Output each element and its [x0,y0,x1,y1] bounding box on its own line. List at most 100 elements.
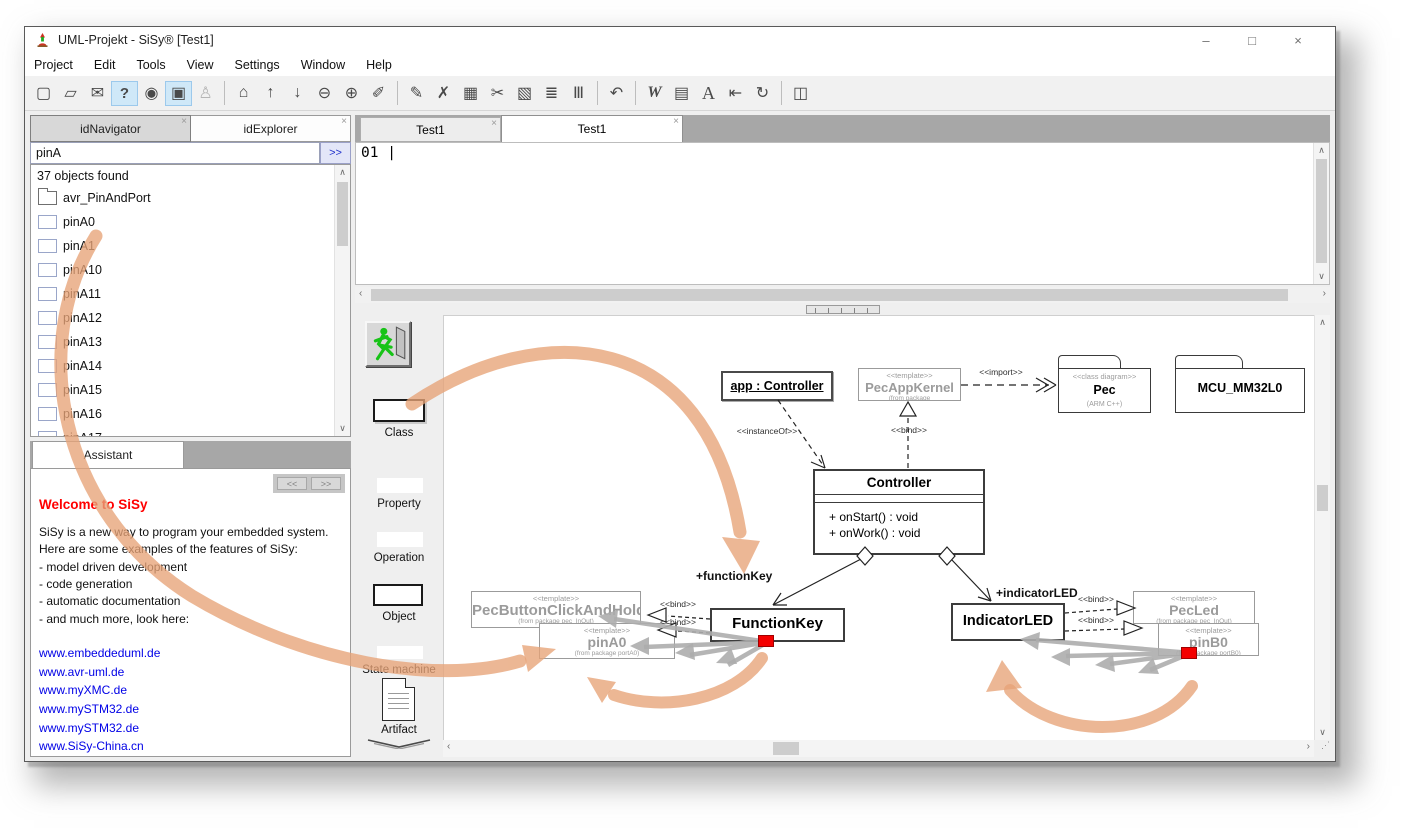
scroll-up-icon[interactable]: ∧ [1315,317,1330,328]
uml-package-mcu-mm32l0[interactable]: MCU_MM32L0 [1175,355,1305,413]
close-button[interactable]: × [1275,33,1321,48]
tool-class[interactable] [373,399,425,422]
tool-property[interactable] [377,478,423,493]
properties-icon[interactable]: ✎ [403,81,430,106]
close-icon[interactable]: × [341,116,347,127]
splitter-grip[interactable] [806,305,880,314]
scrollbar-thumb[interactable] [337,182,348,246]
list-scrollbar[interactable]: ∧ ∨ [334,165,350,436]
tool-artifact[interactable] [382,678,415,721]
scroll-up-icon[interactable]: ∧ [1314,145,1329,156]
red-handle-pinb0[interactable] [1181,647,1197,659]
scroll-down-icon[interactable]: ∨ [335,423,350,434]
list-item[interactable]: pinA10 [31,258,350,282]
tab-assistant[interactable]: Assistant [32,441,184,468]
tab-test1-inactive[interactable]: Test1 × [360,117,501,142]
assistant-link[interactable]: www.mySTM32.de [39,700,342,719]
uml-template-pinb0[interactable]: <<template>> pinB0 (from package portB0) [1158,623,1259,656]
cut-icon[interactable]: ✂ [484,81,511,106]
scroll-left-icon[interactable]: ‹ [447,741,450,752]
document-help-icon[interactable]: ✐ [365,81,392,106]
list-icon[interactable]: ≣ [538,81,565,106]
uml-class-functionkey[interactable]: FunctionKey [710,608,845,642]
expand-chevron-icon[interactable] [367,739,431,749]
window-icon[interactable]: ▣ [165,81,192,106]
uml-template-pecled[interactable]: <<template>> PecLed (from package pec_In… [1133,591,1255,624]
scroll-left-icon[interactable]: ‹ [359,288,362,299]
editor-scrollbar[interactable]: ∧ ∨ [1313,143,1329,284]
list-item[interactable]: pinA1 [31,234,350,258]
uml-template-pina0[interactable]: <<template>> pinA0 (from package portA0) [539,623,675,659]
mail-icon[interactable]: ✉ [84,81,111,106]
paste-icon[interactable]: ▧ [511,81,538,106]
delete-icon[interactable]: ✗ [430,81,457,106]
home-icon[interactable]: ⌂ [230,81,257,106]
help-icon[interactable]: ? [111,81,138,106]
menu-item[interactable]: Settings [235,58,280,72]
font-icon[interactable]: A [695,81,722,106]
filter-icon[interactable]: Ⅲ [565,81,592,106]
open-folder-icon[interactable]: ▱ [57,81,84,106]
menu-item[interactable]: Help [366,58,392,72]
list-item[interactable]: pinA14 [31,354,350,378]
close-icon[interactable]: × [673,116,679,127]
menu-item[interactable]: View [187,58,214,72]
tool-state-machine[interactable] [377,646,423,659]
uml-class-indicatorled[interactable]: IndicatorLED [951,603,1065,641]
uml-canvas[interactable]: app : Controller <<template>> PecAppKern… [443,315,1314,740]
refresh-document-icon[interactable]: ↻ [749,81,776,106]
splitter[interactable] [355,303,1330,315]
assistant-link[interactable]: www.SiSy-China.cn [39,737,342,756]
tab-test1-active[interactable]: Test1 × [501,115,683,142]
list-item[interactable]: avr_PinAndPort [31,186,350,210]
editor-hscrollbar[interactable]: ‹ › [355,287,1330,303]
scroll-right-icon[interactable]: › [1307,741,1310,752]
scrollbar-thumb[interactable] [773,742,799,755]
uml-template-pecappkernel[interactable]: <<template>> PecAppKernel (from package … [858,368,961,401]
resize-grip[interactable]: ⋰ [1314,740,1330,757]
assistant-forward-button[interactable]: >> [311,477,341,490]
uml-package-pec[interactable]: <<class diagram>> Pec (ARM C++) [1058,355,1151,413]
menu-item[interactable]: Edit [94,58,116,72]
menu-item[interactable]: Tools [136,58,165,72]
undo-icon[interactable]: ↶ [603,81,630,106]
scroll-right-icon[interactable]: › [1323,288,1326,299]
align-icon[interactable]: ⇤ [722,81,749,106]
red-handle-functionkey[interactable] [758,635,774,647]
assistant-link[interactable]: www.avr-uml.de [39,663,342,682]
tab-id-explorer[interactable]: idExplorer × [191,115,351,142]
code-editor[interactable]: 01 | ∧ ∨ [355,142,1330,285]
uml-class-controller[interactable]: Controller + onStart() : void + onWork()… [813,469,985,555]
tab-id-navigator[interactable]: idNavigator × [30,115,191,142]
scroll-down-icon[interactable]: ∨ [1314,271,1329,282]
assistant-link[interactable]: www.mySTM32.de [39,719,342,738]
menu-item[interactable]: Project [34,58,73,72]
search-input[interactable] [30,142,320,164]
book-icon[interactable]: ◫ [787,81,814,106]
menu-item[interactable]: Window [301,58,345,72]
tool-operation[interactable] [377,532,423,547]
scroll-down-icon[interactable]: ∨ [1315,727,1330,738]
minimize-button[interactable]: – [1183,33,1229,48]
scrollbar-thumb[interactable] [371,289,1288,301]
list-item[interactable]: pinA17 [31,426,350,437]
close-icon[interactable]: × [181,116,187,127]
list-item[interactable]: pinA0 [31,210,350,234]
list-item[interactable]: pinA13 [31,330,350,354]
list-item[interactable]: pinA12 [31,306,350,330]
diagram-vscrollbar[interactable]: ∧ ∨ [1314,315,1330,740]
person-icon[interactable]: ♙ [192,81,219,106]
close-icon[interactable]: × [491,118,497,129]
search-go-button[interactable]: >> [320,142,351,164]
scrollbar-thumb[interactable] [1316,159,1327,263]
assistant-link[interactable]: www.myXMC.de [39,681,342,700]
find-icon[interactable]: ◉ [138,81,165,106]
list-item[interactable]: pinA11 [31,282,350,306]
list-item[interactable]: pinA15 [31,378,350,402]
assistant-link[interactable]: www.embeddeduml.de [39,644,342,663]
word-export-icon[interactable]: W [641,81,668,106]
maximize-button[interactable]: □ [1229,33,1275,48]
list-item[interactable]: pinA16 [31,402,350,426]
assistant-back-button[interactable]: << [277,477,307,490]
diagram-hscrollbar[interactable]: ‹ › [443,740,1314,757]
